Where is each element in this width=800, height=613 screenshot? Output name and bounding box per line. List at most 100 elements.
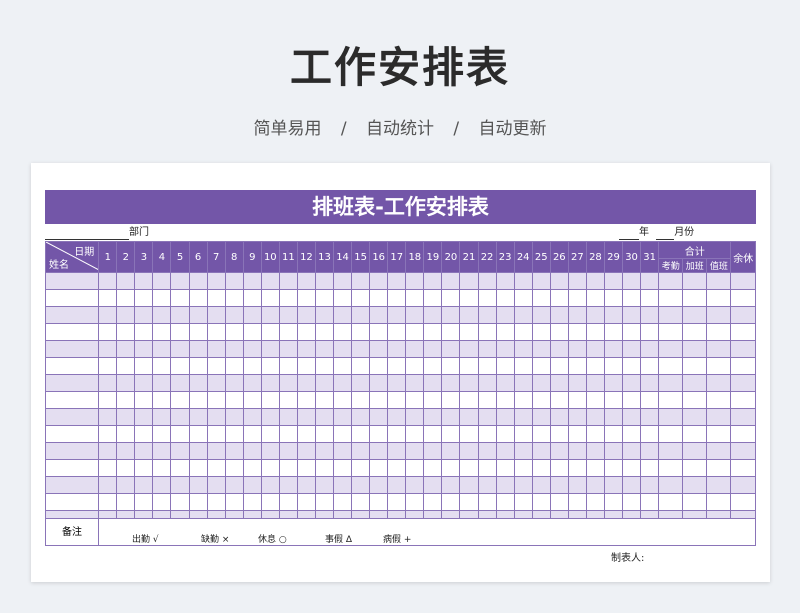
day-cell[interactable]	[513, 289, 533, 307]
day-cell[interactable]	[585, 289, 605, 307]
day-cell[interactable]	[351, 476, 371, 494]
day-cell[interactable]	[369, 340, 389, 358]
day-cell[interactable]	[206, 323, 226, 341]
day-cell[interactable]	[405, 459, 425, 477]
day-cell[interactable]	[640, 476, 660, 494]
day-cell[interactable]	[585, 391, 605, 409]
day-cell[interactable]	[170, 340, 190, 358]
day-cell[interactable]	[278, 425, 298, 443]
day-cell[interactable]	[260, 476, 280, 494]
day-cell[interactable]	[622, 272, 642, 290]
day-cell[interactable]	[351, 459, 371, 477]
summary-cell[interactable]	[682, 425, 708, 443]
day-cell[interactable]	[224, 493, 244, 511]
summary-cell[interactable]	[658, 476, 684, 494]
day-cell[interactable]	[278, 272, 298, 290]
day-cell[interactable]	[260, 340, 280, 358]
day-cell[interactable]	[351, 340, 371, 358]
day-cell[interactable]	[423, 442, 443, 460]
summary-cell[interactable]	[658, 323, 684, 341]
summary-cell[interactable]	[730, 459, 756, 477]
day-cell[interactable]	[206, 442, 226, 460]
summary-cell[interactable]	[706, 306, 732, 324]
day-cell[interactable]	[278, 408, 298, 426]
day-cell[interactable]	[387, 459, 407, 477]
day-cell[interactable]	[423, 391, 443, 409]
day-cell[interactable]	[603, 306, 624, 324]
day-cell[interactable]	[567, 391, 587, 409]
day-cell[interactable]	[333, 476, 353, 494]
day-cell[interactable]	[495, 289, 515, 307]
day-cell[interactable]	[333, 289, 353, 307]
day-cell[interactable]	[622, 391, 642, 409]
day-cell[interactable]	[531, 391, 551, 409]
day-cell[interactable]	[98, 442, 118, 460]
name-cell[interactable]	[44, 425, 100, 443]
day-cell[interactable]	[224, 408, 244, 426]
day-cell[interactable]	[477, 306, 497, 324]
day-cell[interactable]	[405, 272, 425, 290]
day-cell[interactable]	[188, 340, 208, 358]
day-cell[interactable]	[585, 442, 605, 460]
day-cell[interactable]	[477, 357, 497, 375]
day-cell[interactable]	[495, 391, 515, 409]
day-cell[interactable]	[278, 391, 298, 409]
day-cell[interactable]	[278, 323, 298, 341]
summary-cell[interactable]	[706, 391, 732, 409]
day-cell[interactable]	[459, 476, 479, 494]
day-cell[interactable]	[477, 425, 497, 443]
day-cell[interactable]	[405, 425, 425, 443]
day-cell[interactable]	[351, 357, 371, 375]
day-cell[interactable]	[622, 340, 642, 358]
day-cell[interactable]	[152, 323, 172, 341]
summary-cell[interactable]	[682, 289, 708, 307]
day-cell[interactable]	[116, 289, 136, 307]
day-cell[interactable]	[622, 493, 642, 511]
day-cell[interactable]	[116, 408, 136, 426]
day-cell[interactable]	[622, 459, 642, 477]
day-cell[interactable]	[116, 357, 136, 375]
name-cell[interactable]	[44, 493, 100, 511]
name-cell[interactable]	[44, 289, 100, 307]
summary-cell[interactable]	[730, 391, 756, 409]
day-cell[interactable]	[170, 476, 190, 494]
day-cell[interactable]	[98, 272, 118, 290]
day-cell[interactable]	[441, 272, 461, 290]
day-cell[interactable]	[206, 272, 226, 290]
day-cell[interactable]	[296, 408, 316, 426]
day-cell[interactable]	[640, 408, 660, 426]
day-cell[interactable]	[387, 272, 407, 290]
summary-cell[interactable]	[658, 289, 684, 307]
day-cell[interactable]	[640, 357, 660, 375]
day-cell[interactable]	[622, 442, 642, 460]
day-cell[interactable]	[549, 272, 569, 290]
day-cell[interactable]	[622, 425, 642, 443]
summary-cell[interactable]	[682, 476, 708, 494]
day-cell[interactable]	[513, 272, 533, 290]
day-cell[interactable]	[603, 476, 624, 494]
day-cell[interactable]	[314, 340, 335, 358]
day-cell[interactable]	[206, 459, 226, 477]
day-cell[interactable]	[278, 374, 298, 392]
day-cell[interactable]	[152, 374, 172, 392]
day-cell[interactable]	[152, 476, 172, 494]
day-cell[interactable]	[495, 323, 515, 341]
day-cell[interactable]	[170, 442, 190, 460]
day-cell[interactable]	[333, 408, 353, 426]
day-cell[interactable]	[134, 493, 154, 511]
day-cell[interactable]	[351, 272, 371, 290]
day-cell[interactable]	[513, 357, 533, 375]
day-cell[interactable]	[242, 391, 262, 409]
day-cell[interactable]	[549, 442, 569, 460]
day-cell[interactable]	[585, 425, 605, 443]
day-cell[interactable]	[116, 459, 136, 477]
day-cell[interactable]	[387, 357, 407, 375]
day-cell[interactable]	[369, 476, 389, 494]
day-cell[interactable]	[369, 323, 389, 341]
day-cell[interactable]	[278, 493, 298, 511]
day-cell[interactable]	[513, 306, 533, 324]
day-cell[interactable]	[459, 323, 479, 341]
summary-cell[interactable]	[658, 408, 684, 426]
day-cell[interactable]	[387, 425, 407, 443]
day-cell[interactable]	[549, 323, 569, 341]
